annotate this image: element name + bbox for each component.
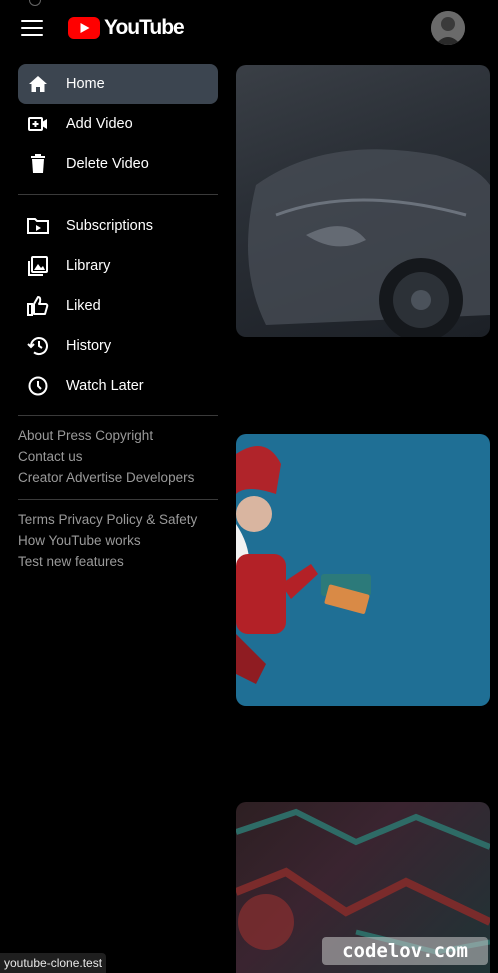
footer-links-row[interactable]: Terms Privacy Policy & Safety bbox=[18, 512, 197, 527]
home-icon bbox=[27, 73, 49, 95]
sidebar-item-delete-video[interactable]: Delete Video bbox=[18, 144, 218, 184]
sidebar-item-label: Delete Video bbox=[66, 156, 149, 172]
sidebar-item-add-video[interactable]: Add Video bbox=[18, 104, 218, 144]
video-thumbnail-santa[interactable] bbox=[236, 434, 490, 706]
hamburger-menu-icon[interactable] bbox=[18, 14, 46, 42]
watermark: codelov.com bbox=[322, 937, 488, 965]
footer-links-row[interactable]: Creator Advertise Developers bbox=[18, 470, 194, 485]
sidebar-item-label: Watch Later bbox=[66, 378, 144, 394]
subscriptions-icon bbox=[27, 215, 49, 237]
add-video-icon bbox=[27, 113, 49, 135]
footer-links-row[interactable]: How YouTube works bbox=[18, 533, 141, 548]
library-icon bbox=[27, 255, 49, 277]
sidebar-divider bbox=[18, 194, 218, 195]
sidebar-item-label: Add Video bbox=[66, 116, 133, 132]
sidebar-item-library[interactable]: Library bbox=[18, 246, 218, 286]
history-icon bbox=[27, 335, 49, 357]
user-avatar[interactable] bbox=[431, 11, 465, 45]
youtube-logo[interactable]: YouTube bbox=[68, 16, 185, 40]
notch-indicator bbox=[29, 0, 41, 6]
sidebar-item-label: Liked bbox=[66, 298, 101, 314]
sidebar-item-liked[interactable]: Liked bbox=[18, 286, 218, 326]
sidebar-drawer: Home Add Video Delete Video Subscription… bbox=[0, 56, 236, 973]
sidebar-item-label: History bbox=[66, 338, 112, 354]
video-thumbnail-car[interactable] bbox=[236, 65, 490, 337]
status-bar-url: youtube-clone.test bbox=[0, 953, 107, 973]
footer-links-row[interactable]: About Press Copyright bbox=[18, 428, 153, 443]
sidebar-item-label: Home bbox=[66, 76, 105, 92]
footer-links-row[interactable]: Contact us bbox=[18, 449, 83, 464]
sidebar-item-label: Library bbox=[66, 258, 111, 274]
footer-links-row[interactable]: Test new features bbox=[18, 554, 124, 569]
sidebar-item-history[interactable]: History bbox=[18, 326, 218, 366]
youtube-play-icon bbox=[68, 17, 100, 39]
thumbs-up-icon bbox=[27, 295, 49, 317]
sidebar-divider bbox=[18, 499, 218, 500]
car-image bbox=[248, 149, 490, 337]
clock-icon bbox=[27, 375, 49, 397]
sidebar-divider bbox=[18, 415, 218, 416]
sidebar-item-watch-later[interactable]: Watch Later bbox=[18, 366, 218, 406]
trash-icon bbox=[27, 153, 49, 175]
sidebar-item-home[interactable]: Home bbox=[18, 64, 218, 104]
santa-image bbox=[236, 446, 371, 684]
brand-name: YouTube bbox=[104, 16, 185, 39]
sidebar-item-label: Subscriptions bbox=[66, 218, 154, 234]
user-photo bbox=[431, 11, 465, 45]
sidebar-item-subscriptions[interactable]: Subscriptions bbox=[18, 206, 218, 246]
top-header: YouTube bbox=[0, 0, 498, 56]
